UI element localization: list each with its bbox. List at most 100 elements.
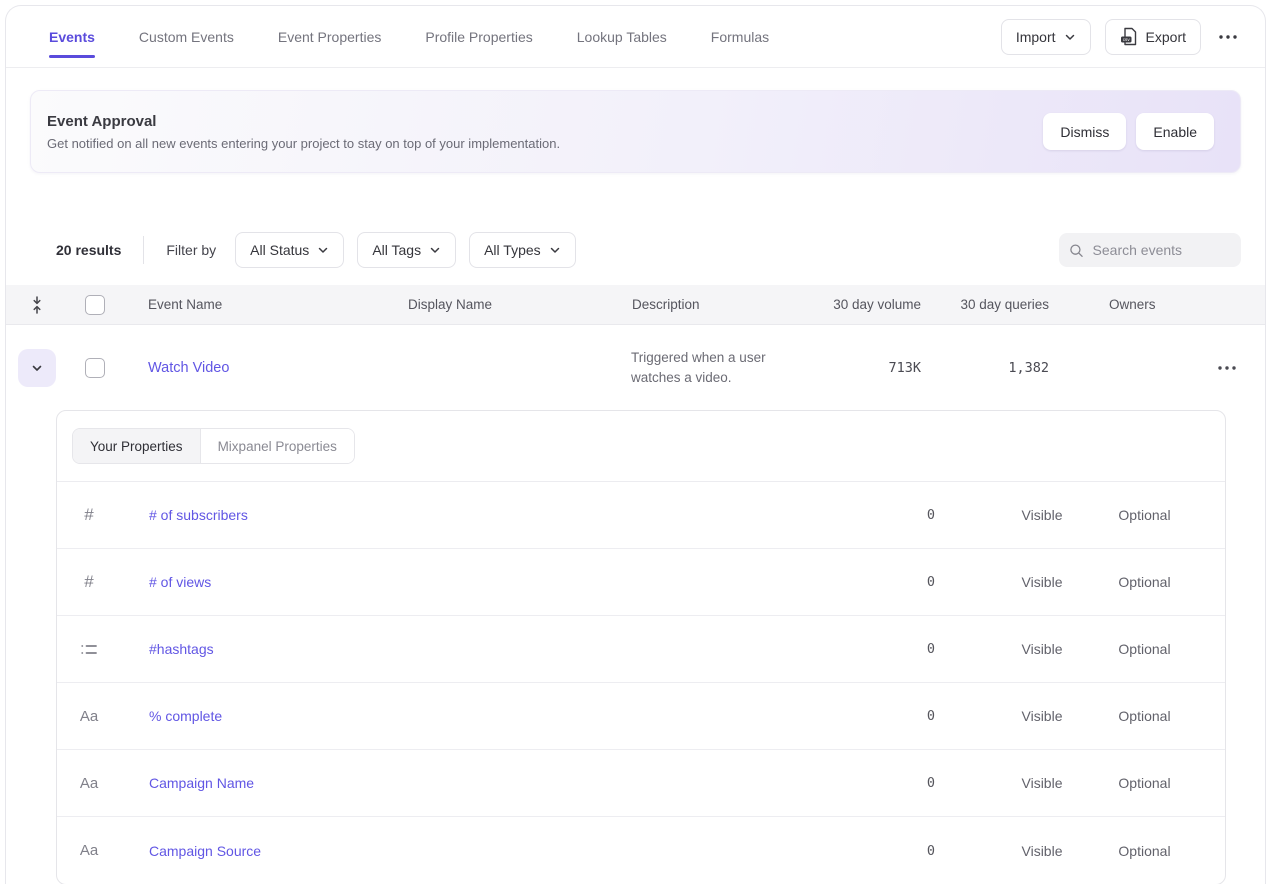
chevron-down-icon xyxy=(549,244,561,256)
chevron-down-icon xyxy=(317,244,329,256)
property-name-link[interactable]: # of subscribers xyxy=(121,507,835,523)
tab-events[interactable]: Events xyxy=(49,6,95,67)
property-visibility: Visible xyxy=(1022,708,1063,724)
more-dots-icon xyxy=(1218,366,1236,370)
chevron-down-icon xyxy=(30,361,44,375)
status-filter-label: All Status xyxy=(250,242,309,258)
property-row: # # of subscribers 0 Visible Optional xyxy=(57,482,1225,549)
property-visibility: Visible xyxy=(1022,641,1063,657)
row-checkbox[interactable] xyxy=(85,358,105,378)
export-button[interactable]: csv Export xyxy=(1105,19,1201,55)
event-30-day-queries: 1,382 xyxy=(1008,360,1049,376)
tabbar-actions: Import csv Export xyxy=(1001,19,1241,55)
property-requirement: Optional xyxy=(1118,574,1170,590)
csv-file-icon: csv xyxy=(1120,27,1138,46)
property-requirement: Optional xyxy=(1118,641,1170,657)
tab-event-properties[interactable]: Event Properties xyxy=(278,6,382,67)
property-requirement: Optional xyxy=(1118,843,1170,859)
event-properties-panel: Your Properties Mixpanel Properties # # … xyxy=(56,410,1226,884)
tab-formulas[interactable]: Formulas xyxy=(711,6,769,67)
search-box xyxy=(1059,233,1241,267)
property-requirement: Optional xyxy=(1118,775,1170,791)
property-requirement: Optional xyxy=(1118,507,1170,523)
event-description: Triggered when a user watches a video. xyxy=(606,348,791,388)
types-filter-dropdown[interactable]: All Types xyxy=(469,232,576,268)
event-30-day-volume: 713K xyxy=(888,360,921,376)
chevron-down-icon xyxy=(1064,31,1076,43)
text-type-icon: Aa xyxy=(80,842,98,859)
number-type-icon: # xyxy=(84,572,93,592)
col-event-name: Event Name xyxy=(122,297,382,312)
collapse-all-icon xyxy=(30,296,44,314)
number-type-icon: # xyxy=(84,505,93,525)
property-row: Aa % complete 0 Visible Optional xyxy=(57,683,1225,750)
tab-mixpanel-properties[interactable]: Mixpanel Properties xyxy=(201,429,354,463)
property-visibility: Visible xyxy=(1022,843,1063,859)
col-owners: Owners xyxy=(1049,297,1189,312)
properties-tab-switcher: Your Properties Mixpanel Properties xyxy=(72,428,355,464)
property-name-link[interactable]: % complete xyxy=(121,708,835,724)
more-actions-button[interactable] xyxy=(1215,19,1241,55)
tab-lookup-tables[interactable]: Lookup Tables xyxy=(577,6,667,67)
more-dots-icon xyxy=(1219,35,1237,39)
types-filter-label: All Types xyxy=(484,242,541,258)
property-volume: 0 xyxy=(927,574,990,590)
property-volume: 0 xyxy=(927,843,990,859)
row-more-actions-button[interactable] xyxy=(1214,350,1240,386)
property-row: Aa Campaign Name 0 Visible Optional xyxy=(57,750,1225,817)
tags-filter-label: All Tags xyxy=(372,242,421,258)
property-row: # # of views 0 Visible Optional xyxy=(57,549,1225,616)
filter-toolbar: 20 results Filter by All Status All Tags… xyxy=(6,232,1265,268)
property-name-link[interactable]: #hashtags xyxy=(121,641,835,657)
export-label: Export xyxy=(1146,29,1186,45)
events-table-header: Event Name Display Name Description 30 d… xyxy=(6,285,1265,325)
banner-title: Event Approval xyxy=(47,113,560,130)
property-row: #hashtags 0 Visible Optional xyxy=(57,616,1225,683)
property-name-link[interactable]: # of views xyxy=(121,574,835,590)
collapse-row-button[interactable] xyxy=(18,349,56,387)
collapse-all-button[interactable] xyxy=(26,287,48,323)
top-tab-bar: Events Custom Events Event Properties Pr… xyxy=(6,6,1265,68)
enable-button[interactable]: Enable xyxy=(1136,113,1214,150)
results-count: 20 results xyxy=(56,242,121,258)
tab-custom-events[interactable]: Custom Events xyxy=(139,6,234,67)
property-name-link[interactable]: Campaign Name xyxy=(121,775,835,791)
text-type-icon: Aa xyxy=(80,775,98,792)
col-30-day-volume: 30 day volume xyxy=(833,297,921,312)
tab-profile-properties[interactable]: Profile Properties xyxy=(425,6,532,67)
filter-by-label: Filter by xyxy=(166,242,216,258)
property-volume: 0 xyxy=(927,775,990,791)
list-type-icon xyxy=(81,643,97,656)
property-volume: 0 xyxy=(927,507,990,523)
banner-text: Event Approval Get notified on all new e… xyxy=(47,113,560,151)
lexicon-page: Events Custom Events Event Properties Pr… xyxy=(5,5,1266,884)
property-visibility: Visible xyxy=(1022,507,1063,523)
dismiss-button[interactable]: Dismiss xyxy=(1043,113,1126,150)
col-description: Description xyxy=(606,297,816,312)
select-all-checkbox[interactable] xyxy=(85,295,105,315)
property-name-link[interactable]: Campaign Source xyxy=(121,843,835,859)
divider xyxy=(143,236,144,264)
banner-description: Get notified on all new events entering … xyxy=(47,136,560,151)
property-visibility: Visible xyxy=(1022,574,1063,590)
search-icon xyxy=(1069,242,1084,259)
event-name-link[interactable]: Watch Video xyxy=(122,360,382,376)
property-volume: 0 xyxy=(927,708,990,724)
tab-your-properties[interactable]: Your Properties xyxy=(73,429,201,463)
import-label: Import xyxy=(1016,29,1056,45)
tags-filter-dropdown[interactable]: All Tags xyxy=(357,232,456,268)
search-input[interactable] xyxy=(1093,242,1231,258)
property-visibility: Visible xyxy=(1022,775,1063,791)
text-type-icon: Aa xyxy=(80,708,98,725)
property-volume: 0 xyxy=(927,641,990,657)
table-row-watch-video: Watch Video Triggered when a user watche… xyxy=(6,325,1265,410)
property-row: Aa Campaign Source 0 Visible Optional xyxy=(57,817,1225,884)
chevron-down-icon xyxy=(429,244,441,256)
banner-actions: Dismiss Enable xyxy=(1043,113,1214,150)
properties-tabs-area: Your Properties Mixpanel Properties xyxy=(57,411,1225,482)
import-button[interactable]: Import xyxy=(1001,19,1091,55)
property-requirement: Optional xyxy=(1118,708,1170,724)
svg-text:csv: csv xyxy=(1122,37,1130,42)
col-display-name: Display Name xyxy=(382,297,606,312)
status-filter-dropdown[interactable]: All Status xyxy=(235,232,344,268)
